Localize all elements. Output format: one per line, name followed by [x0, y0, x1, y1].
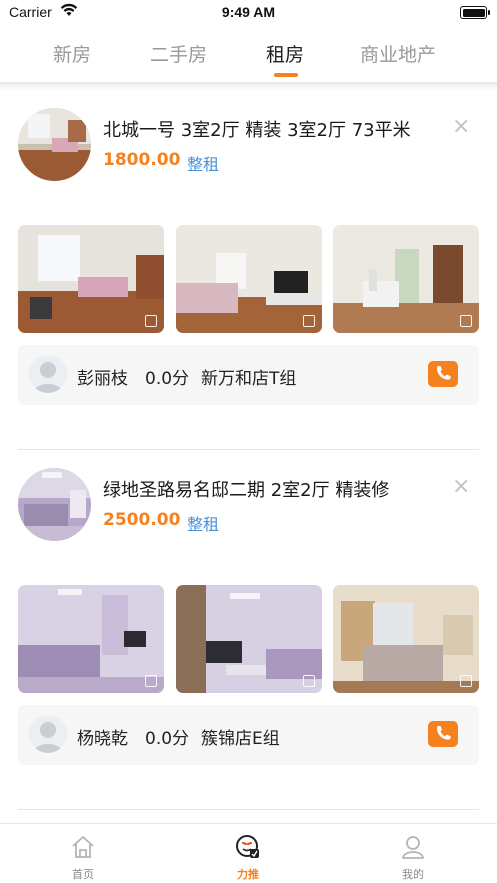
phone-icon	[437, 366, 451, 380]
call-button[interactable]	[428, 361, 458, 387]
user-icon	[402, 836, 424, 859]
listing-title[interactable]: 北城一号 3室2厅 精装 3室2厅 73平米	[103, 116, 428, 142]
listing-cover-image	[18, 468, 91, 541]
agent-score: 0.0分	[145, 369, 190, 389]
listing-photo[interactable]	[18, 585, 164, 693]
tab-bar: 新房 二手房 租房 商业地产	[0, 26, 497, 82]
listing-photo[interactable]	[333, 225, 479, 333]
watermark-icon	[460, 675, 472, 687]
nav-item-recommend[interactable]: 力推	[208, 824, 288, 883]
clock: 9:49 AM	[221, 4, 276, 20]
nav-label-recommend: 力推	[237, 868, 259, 881]
rent-type-tag: 整租	[187, 155, 220, 174]
agent-avatar	[29, 355, 67, 393]
listing-photos	[18, 585, 479, 693]
close-icon[interactable]: ×	[452, 476, 470, 498]
tab-new-house[interactable]: 新房	[53, 40, 91, 67]
tab-active-indicator	[274, 73, 298, 77]
watermark-icon	[145, 315, 157, 327]
nav-item-profile[interactable]: 我的	[373, 824, 453, 883]
nav-label-home: 首页	[72, 868, 94, 881]
rent-type-tag: 整租	[187, 515, 220, 534]
recommend-icon	[236, 835, 259, 858]
listing-photo[interactable]	[176, 585, 322, 693]
bottom-nav: 首页 力推 我的	[0, 823, 497, 883]
agent-name: 杨晓乾	[77, 729, 128, 749]
listing-title[interactable]: 绿地圣路易名邸二期 2室2厅 精装修	[103, 476, 428, 502]
watermark-icon	[460, 315, 472, 327]
tab-second-hand[interactable]: 二手房	[150, 40, 207, 67]
close-icon[interactable]: ×	[452, 116, 470, 138]
watermark-icon	[303, 675, 315, 687]
listing-photo[interactable]	[18, 225, 164, 333]
agent-store: 新万和店T组	[201, 369, 297, 389]
card-divider	[18, 449, 479, 450]
agent-info[interactable]: 杨晓乾 0.0分 簇锦店E组	[18, 705, 479, 765]
tabs-divider	[0, 82, 497, 90]
agent-name: 彭丽枝	[77, 369, 128, 389]
home-icon	[72, 836, 94, 858]
battery-icon	[460, 6, 490, 19]
agent-store: 簇锦店E组	[201, 729, 280, 749]
listing-card[interactable]: 北城一号 3室2厅 精装 3室2厅 73平米 × 1800.00 整租 彭丽枝 …	[0, 108, 497, 468]
agent-score: 0.0分	[145, 729, 190, 749]
status-bar: Carrier 9:49 AM	[0, 0, 497, 26]
listing-photos	[18, 225, 479, 333]
agent-info[interactable]: 彭丽枝 0.0分 新万和店T组	[18, 345, 479, 405]
call-button[interactable]	[428, 721, 458, 747]
agent-avatar	[29, 715, 67, 753]
nav-label-profile: 我的	[402, 868, 424, 881]
listing-card[interactable]: 绿地圣路易名邸二期 2室2厅 精装修 × 2500.00 整租 杨晓乾 0.0分…	[0, 468, 497, 828]
listing-price: 2500.00	[103, 510, 181, 530]
nav-item-home[interactable]: 首页	[43, 824, 123, 883]
listing-photo[interactable]	[176, 225, 322, 333]
listing-photo[interactable]	[333, 585, 479, 693]
watermark-icon	[145, 675, 157, 687]
tab-commercial[interactable]: 商业地产	[360, 40, 436, 67]
watermark-icon	[303, 315, 315, 327]
card-divider	[18, 809, 479, 810]
listing-price: 1800.00	[103, 150, 181, 170]
phone-icon	[437, 726, 451, 740]
tab-rent[interactable]: 租房	[266, 40, 304, 67]
listing-cover-image	[18, 108, 91, 181]
